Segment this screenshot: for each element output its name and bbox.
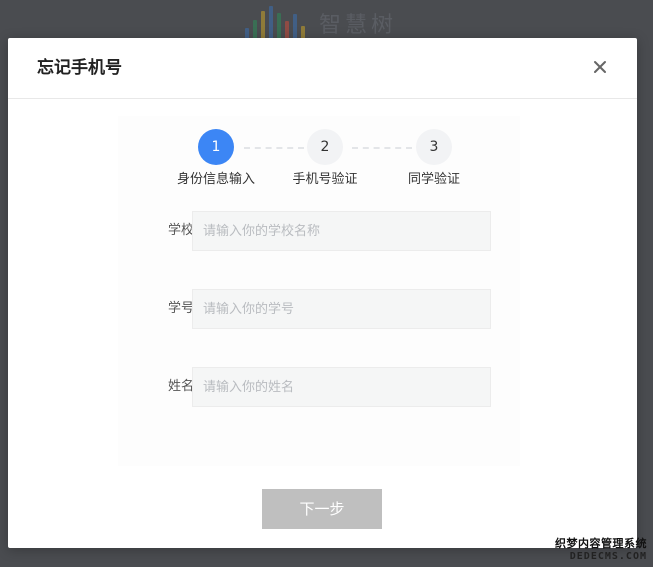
step-number: 3 <box>416 129 452 165</box>
background-logo: 智慧树 <box>245 6 397 40</box>
watermark-title: 织梦内容管理系统 <box>555 537 647 550</box>
step-label: 身份信息输入 <box>176 172 255 187</box>
dialog-body: 1 身份信息输入 2 手机号验证 3 同学验证 学校 学号 姓名 <box>118 116 520 466</box>
step-1: 1 身份信息输入 <box>161 129 271 189</box>
logo-bar <box>261 11 265 40</box>
school-row: 学校 <box>118 211 520 251</box>
watermark-url: DEDECMS.COM <box>569 551 647 562</box>
forgot-phone-dialog: 忘记手机号 1 身份信息输入 2 手机号验证 3 同学验证 学校 请输入你的学校… <box>8 38 637 548</box>
logo-bars-icon <box>245 6 305 40</box>
close-button[interactable] <box>587 54 613 80</box>
logo-bar <box>253 20 257 40</box>
logo-bar <box>277 13 281 40</box>
step-2: 2 手机号验证 <box>270 129 380 189</box>
name-row: 姓名 <box>118 367 520 407</box>
student-id-row: 学号 <box>118 289 520 329</box>
next-step-button[interactable]: 下一步 <box>262 489 382 529</box>
name-input[interactable] <box>192 367 491 407</box>
step-label: 同学验证 <box>407 172 460 187</box>
name-label: 姓名 <box>167 379 194 394</box>
student-id-label: 学号 <box>167 301 194 316</box>
logo-bar <box>293 14 297 40</box>
step-number: 2 <box>307 129 343 165</box>
logo-text: 智慧树 <box>319 13 398 38</box>
watermark: 织梦内容管理系统 DEDECMS.COM <box>555 537 647 563</box>
step-number: 1 <box>198 129 234 165</box>
step-label: 手机号验证 <box>292 172 358 187</box>
close-icon <box>594 61 606 73</box>
progress-steps: 1 身份信息输入 2 手机号验证 3 同学验证 <box>118 116 520 189</box>
school-input[interactable] <box>192 211 491 251</box>
dialog-title: 忘记手机号 <box>37 58 122 78</box>
step-3: 3 同学验证 <box>379 129 489 189</box>
school-label: 学校 <box>167 223 194 238</box>
logo-bar <box>269 6 273 40</box>
student-id-input[interactable] <box>192 289 491 329</box>
dialog-header: 忘记手机号 <box>8 38 637 99</box>
